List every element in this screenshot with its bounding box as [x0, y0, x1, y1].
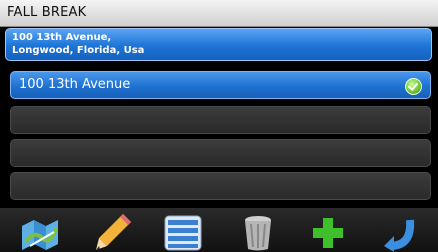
- add-icon[interactable]: [308, 212, 348, 252]
- map-icon[interactable]: [20, 212, 60, 252]
- list-item[interactable]: [10, 139, 431, 167]
- list-icon[interactable]: [163, 212, 203, 252]
- list-item[interactable]: 100 13th Avenue: [10, 71, 431, 99]
- title-bar: FALL BREAK: [0, 0, 438, 27]
- address-line-2: Longwood, Florida, Usa: [12, 45, 145, 56]
- list-item[interactable]: [10, 106, 431, 134]
- trash-icon[interactable]: [238, 212, 278, 252]
- address-box[interactable]: 100 13th Avenue, Longwood, Florida, Usa: [5, 28, 432, 61]
- address-line-1: 100 13th Avenue,: [12, 32, 112, 43]
- page-title: FALL BREAK: [7, 5, 87, 20]
- pencil-icon[interactable]: [93, 212, 133, 252]
- check-icon: [405, 78, 422, 95]
- back-icon[interactable]: [380, 212, 420, 252]
- toolbar: [0, 208, 438, 252]
- list-item[interactable]: [10, 172, 431, 200]
- list-item-label: 100 13th Avenue: [19, 77, 131, 92]
